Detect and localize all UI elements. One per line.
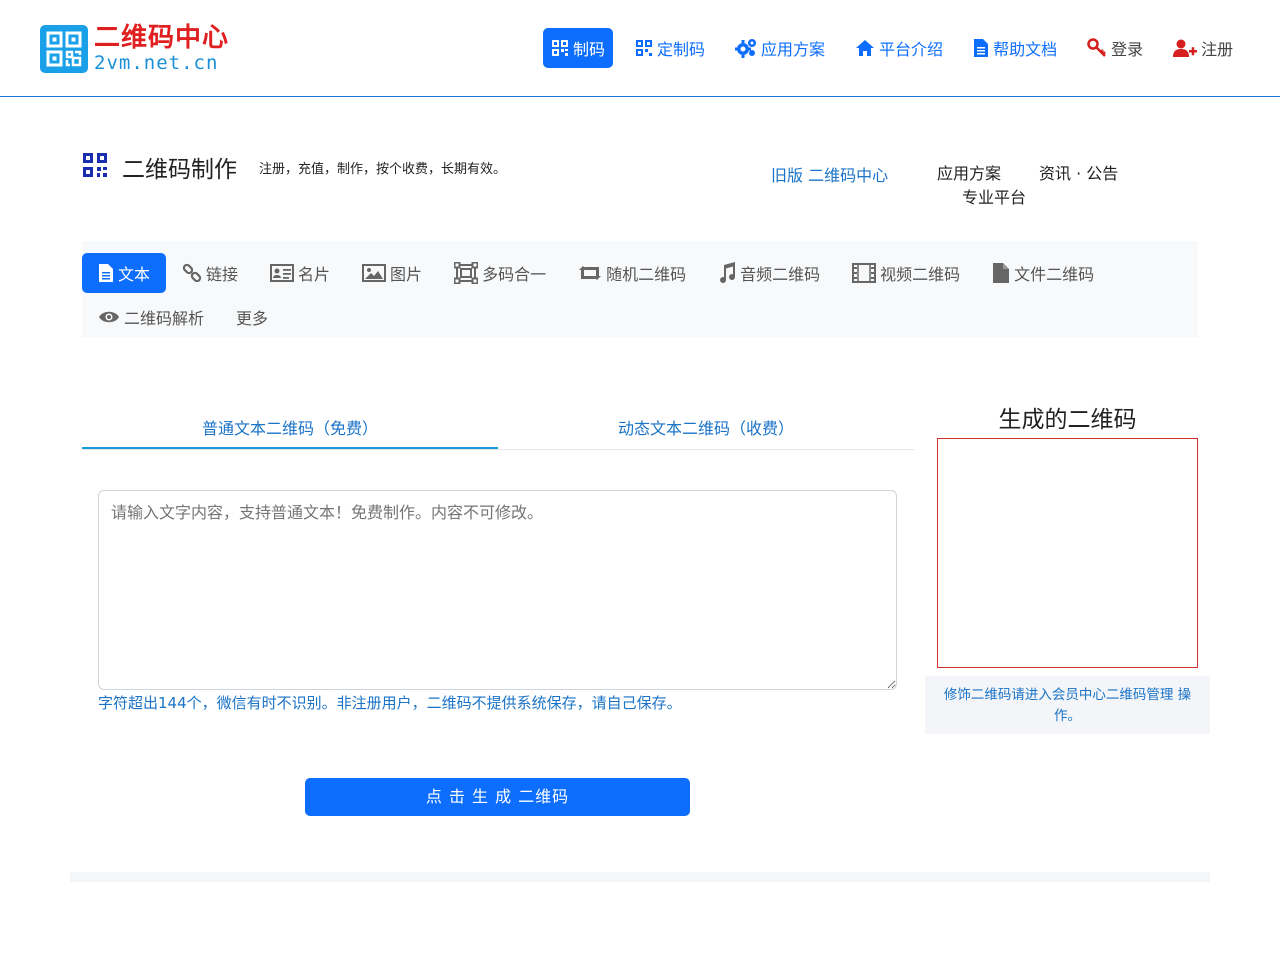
- nav-label: 注册: [1201, 40, 1234, 59]
- tab-text[interactable]: 文本: [82, 253, 167, 293]
- tab-random-qr[interactable]: 随机二维码: [562, 253, 702, 293]
- generate-qr-button[interactable]: 点 击 生 成 二维码: [305, 778, 690, 816]
- solutions-link[interactable]: 应用方案: [937, 162, 1001, 186]
- id-card-icon: [270, 264, 295, 282]
- tab-label: 更多: [236, 309, 269, 328]
- char-limit-hint: 字符超出144个，微信有时不识别。非注册用户，二维码不提供系统保存，请自己保存。: [98, 694, 682, 712]
- tab-label: 随机二维码: [606, 265, 687, 284]
- tab-image[interactable]: 图片: [346, 253, 438, 293]
- home-icon: [855, 39, 875, 57]
- nav-label: 应用方案: [761, 40, 826, 59]
- nav-solutions[interactable]: 应用方案: [727, 28, 833, 68]
- header-links: 应用方案 资讯 · 公告 专业平台: [937, 162, 1137, 210]
- user-plus-icon: [1173, 38, 1198, 58]
- tab-label: 文本: [118, 265, 151, 284]
- gears-icon: [735, 38, 757, 58]
- qr-decoration-note: 修饰二维码请进入会员中心二维码管理 操作。: [925, 676, 1210, 734]
- text-qr-subtabs: 普通文本二维码（免费） 动态文本二维码（收费）: [82, 410, 914, 450]
- multi-code-icon: [454, 262, 479, 284]
- nav-label: 登录: [1111, 40, 1144, 59]
- nav-make-qr[interactable]: 制码: [543, 28, 614, 68]
- tab-qr-decode[interactable]: 二维码解析: [82, 297, 220, 337]
- tab-file-qr[interactable]: 文件二维码: [976, 253, 1110, 293]
- nav-label: 定制码: [657, 40, 706, 59]
- site-header: 二维码中心 2vm.net.cn 制码 定制码 应用方案 平台介绍 帮助文档 登…: [0, 0, 1280, 97]
- tab-audio-qr[interactable]: 音频二维码: [702, 253, 836, 293]
- nav-help[interactable]: 帮助文档: [965, 28, 1065, 68]
- nav-platform[interactable]: 平台介绍: [847, 28, 951, 68]
- tab-link[interactable]: 链接: [166, 253, 254, 293]
- site-logo[interactable]: 二维码中心 2vm.net.cn: [40, 24, 229, 74]
- brand-domain: 2vm.net.cn: [94, 52, 219, 74]
- film-icon: [852, 263, 877, 283]
- tab-label: 音频二维码: [740, 265, 821, 284]
- tab-label: 图片: [390, 265, 423, 284]
- tab-video-qr[interactable]: 视频二维码: [836, 253, 976, 293]
- document-icon: [973, 38, 989, 58]
- retweet-icon: [578, 264, 602, 282]
- pro-platform-link[interactable]: 专业平台: [962, 188, 1026, 207]
- key-icon: [1087, 38, 1107, 58]
- link-icon: [182, 263, 202, 283]
- subtab-dynamic-text[interactable]: 动态文本二维码（收费）: [498, 410, 914, 449]
- news-link[interactable]: 资讯 · 公告: [1039, 162, 1118, 186]
- page-title: 二维码制作: [122, 157, 237, 183]
- nav-label: 制码: [573, 40, 606, 59]
- brand-title: 二维码中心: [94, 23, 230, 53]
- image-icon: [362, 264, 387, 282]
- footer-divider: [70, 872, 1210, 882]
- tab-label: 链接: [206, 265, 239, 284]
- tab-label: 二维码解析: [124, 309, 205, 328]
- tab-label: 文件二维码: [1014, 265, 1095, 284]
- tab-more[interactable]: 更多: [220, 297, 284, 337]
- file-text-icon: [98, 263, 114, 283]
- main-nav: 制码 定制码 应用方案 平台介绍 帮助文档 登录 注册: [543, 28, 1255, 68]
- tab-business-card[interactable]: 名片: [254, 253, 346, 293]
- text-content-input[interactable]: [98, 490, 897, 690]
- file-icon: [992, 262, 1010, 284]
- qr-logo-icon: [40, 25, 88, 73]
- page-heading: 二维码制作 注册，充值，制作，按个收费，长期有效。: [82, 150, 506, 184]
- old-version-link[interactable]: 旧版 二维码中心: [771, 162, 888, 186]
- generated-qr-title: 生成的二维码: [998, 407, 1137, 433]
- tab-multi-code[interactable]: 多码合一: [438, 253, 562, 293]
- generated-qr-preview: [937, 438, 1198, 668]
- nav-login[interactable]: 登录: [1079, 28, 1151, 68]
- qr-icon: [82, 152, 108, 182]
- qr-type-tabs: 文本 链接 名片 图片 多码合一 随机二维码 音频二维码 视频二维码 文件二维码…: [82, 241, 1198, 337]
- nav-label: 平台介绍: [879, 40, 944, 59]
- page-subtitle: 注册，充值，制作，按个收费，长期有效。: [259, 161, 507, 177]
- qr-icon: [551, 39, 569, 57]
- nav-custom-qr[interactable]: 定制码: [627, 28, 713, 68]
- nav-label: 帮助文档: [993, 40, 1058, 59]
- tab-label: 名片: [298, 265, 331, 284]
- tab-label: 多码合一: [482, 265, 547, 284]
- nav-register[interactable]: 注册: [1165, 28, 1241, 68]
- eye-icon: [98, 310, 120, 324]
- tab-label: 视频二维码: [880, 265, 961, 284]
- qr-icon: [635, 39, 653, 57]
- music-icon: [718, 262, 736, 284]
- subtab-static-text[interactable]: 普通文本二维码（免费）: [82, 410, 498, 449]
